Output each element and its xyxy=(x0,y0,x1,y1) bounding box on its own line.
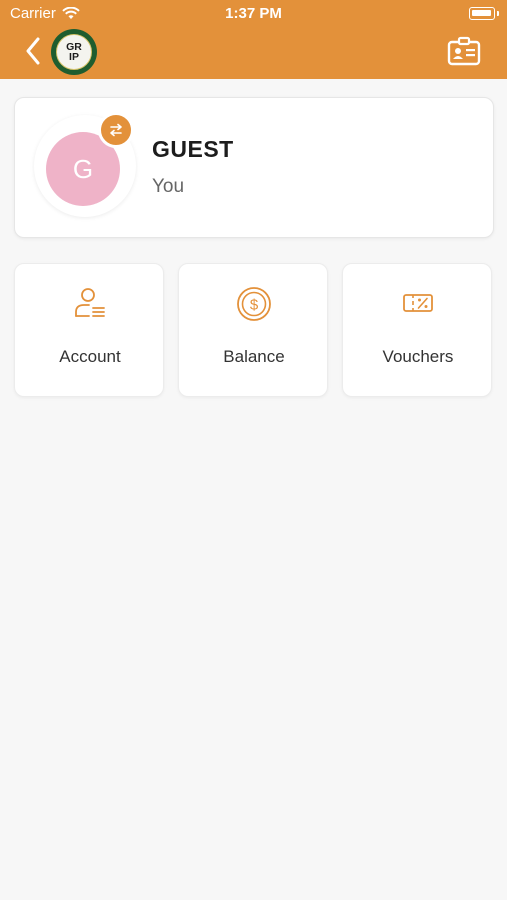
account-tile[interactable]: Account xyxy=(14,263,164,397)
balance-tile[interactable]: $ Balance xyxy=(178,263,328,397)
coin-dollar-icon: $ xyxy=(237,287,271,321)
balance-label: Balance xyxy=(223,347,285,366)
account-list-icon xyxy=(75,288,105,317)
account-label: Account xyxy=(59,347,121,366)
voucher-ticket-icon xyxy=(403,294,433,312)
profile-subtitle: You xyxy=(152,176,185,197)
switch-profile-button[interactable] xyxy=(98,112,134,148)
logo-text-bottom: IP xyxy=(69,51,79,63)
vouchers-label: Vouchers xyxy=(382,347,454,366)
brand-logo[interactable]: GR IP xyxy=(51,29,97,75)
chevron-left-icon xyxy=(26,37,40,65)
id-card-icon xyxy=(447,36,481,66)
battery-icon xyxy=(469,7,499,20)
logo-badge: GR IP xyxy=(56,34,92,70)
svg-text:$: $ xyxy=(250,297,259,314)
vouchers-tile[interactable]: Vouchers xyxy=(342,263,492,397)
status-bar: Carrier 1:37 PM xyxy=(0,0,507,28)
profile-card[interactable]: G GUEST You xyxy=(14,97,494,238)
menu-tiles: Account $ Balance Vouchers xyxy=(14,263,492,397)
profile-name: GUEST xyxy=(152,136,234,162)
swap-arrows-icon xyxy=(110,123,122,137)
back-button[interactable] xyxy=(20,34,46,68)
avatar-frame: G xyxy=(34,112,136,217)
status-time: 1:37 PM xyxy=(225,5,282,22)
app-header: Carrier 1:37 PM GR IP xyxy=(0,0,507,79)
contact-card-button[interactable] xyxy=(447,36,481,66)
